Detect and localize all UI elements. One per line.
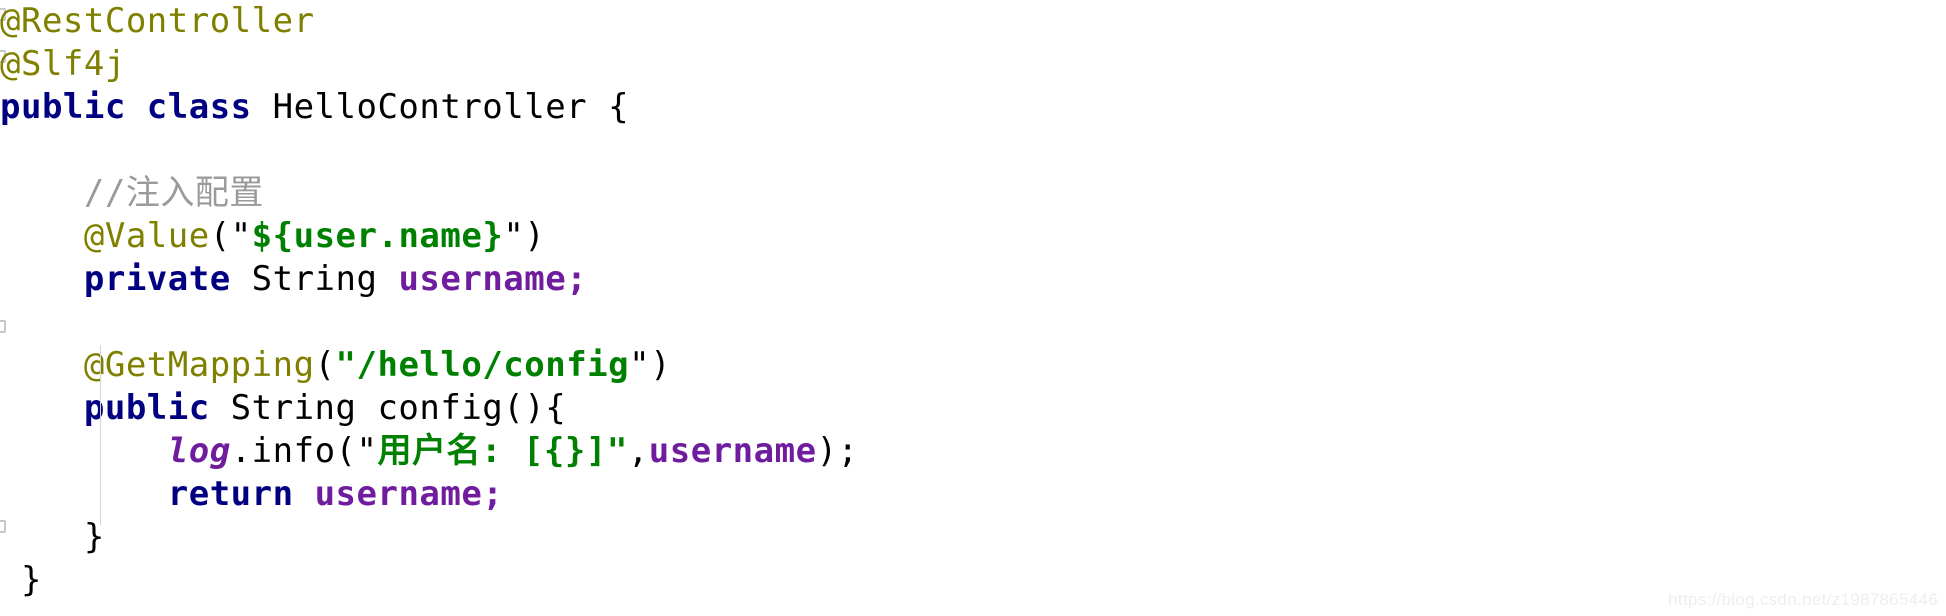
code-line[interactable]: @RestController bbox=[0, 0, 1946, 43]
token-punct: ( bbox=[209, 216, 231, 256]
token-comment: //注入配置 bbox=[0, 173, 264, 213]
indent-guide-0 bbox=[100, 345, 101, 525]
token-annotation: @RestController bbox=[0, 1, 315, 41]
token-quote: " bbox=[503, 216, 525, 256]
token-annotation: @GetMapping bbox=[0, 345, 315, 385]
token-keyword: private bbox=[0, 259, 231, 299]
code-line[interactable]: @GetMapping("/hello/config") bbox=[0, 344, 1946, 387]
code-line[interactable]: public String config(){ bbox=[0, 387, 1946, 430]
token-plain: } bbox=[0, 560, 42, 600]
token-plain: String config(){ bbox=[209, 388, 567, 428]
code-editor[interactable]: @RestController @Slf4j public class HelloC… bbox=[0, 0, 1946, 616]
code-content[interactable]: @RestController @Slf4j public class HelloC… bbox=[0, 0, 1946, 602]
token-keyword: public class bbox=[0, 87, 252, 127]
code-line[interactable]: private String username; bbox=[0, 258, 1946, 301]
code-line[interactable] bbox=[0, 129, 1946, 172]
code-line[interactable]: //注入配置 bbox=[0, 172, 1946, 215]
watermark: https://blog.csdn.net/z1987865446 bbox=[1668, 590, 1938, 609]
code-line[interactable] bbox=[0, 301, 1946, 344]
token-plain: HelloController { bbox=[251, 87, 630, 127]
token-plain: ); bbox=[816, 431, 859, 471]
token-quote-g: " bbox=[335, 345, 357, 385]
token-punct: ) bbox=[650, 345, 672, 385]
code-line[interactable]: public class HelloController { bbox=[0, 86, 1946, 129]
token-quote-g: " bbox=[606, 431, 628, 471]
token-keyword: return bbox=[0, 474, 294, 514]
code-line[interactable]: return username; bbox=[0, 473, 1946, 516]
token-keyword: public bbox=[0, 388, 210, 428]
token-punct: ( bbox=[314, 345, 336, 385]
token-annotation: @Slf4j bbox=[0, 44, 126, 84]
token-field: username; bbox=[314, 474, 504, 514]
token-punct: ) bbox=[524, 216, 546, 256]
token-plain: .info( bbox=[230, 431, 357, 471]
token-string: ${user.name} bbox=[251, 216, 504, 256]
token-punct: , bbox=[627, 431, 649, 471]
token-quote: " bbox=[230, 216, 252, 256]
token-quote: " bbox=[356, 431, 378, 471]
token-annotation: @Value bbox=[0, 216, 210, 256]
token-string: /hello/config bbox=[356, 345, 630, 385]
token-static: log bbox=[167, 431, 231, 471]
token-string: 用户名: [{}] bbox=[377, 431, 607, 471]
code-line[interactable]: } bbox=[0, 559, 1946, 602]
token-field: username; bbox=[398, 259, 588, 299]
code-line[interactable]: @Value("${user.name}") bbox=[0, 215, 1946, 258]
code-line[interactable]: @Slf4j bbox=[0, 43, 1946, 86]
code-line[interactable]: } bbox=[0, 516, 1946, 559]
token-plain: String bbox=[230, 259, 399, 299]
token-quote: " bbox=[629, 345, 651, 385]
code-line[interactable]: log.info("用户名: [{}]",username); bbox=[0, 430, 1946, 473]
token-plain: } bbox=[0, 517, 105, 557]
token-field: username bbox=[648, 431, 817, 471]
